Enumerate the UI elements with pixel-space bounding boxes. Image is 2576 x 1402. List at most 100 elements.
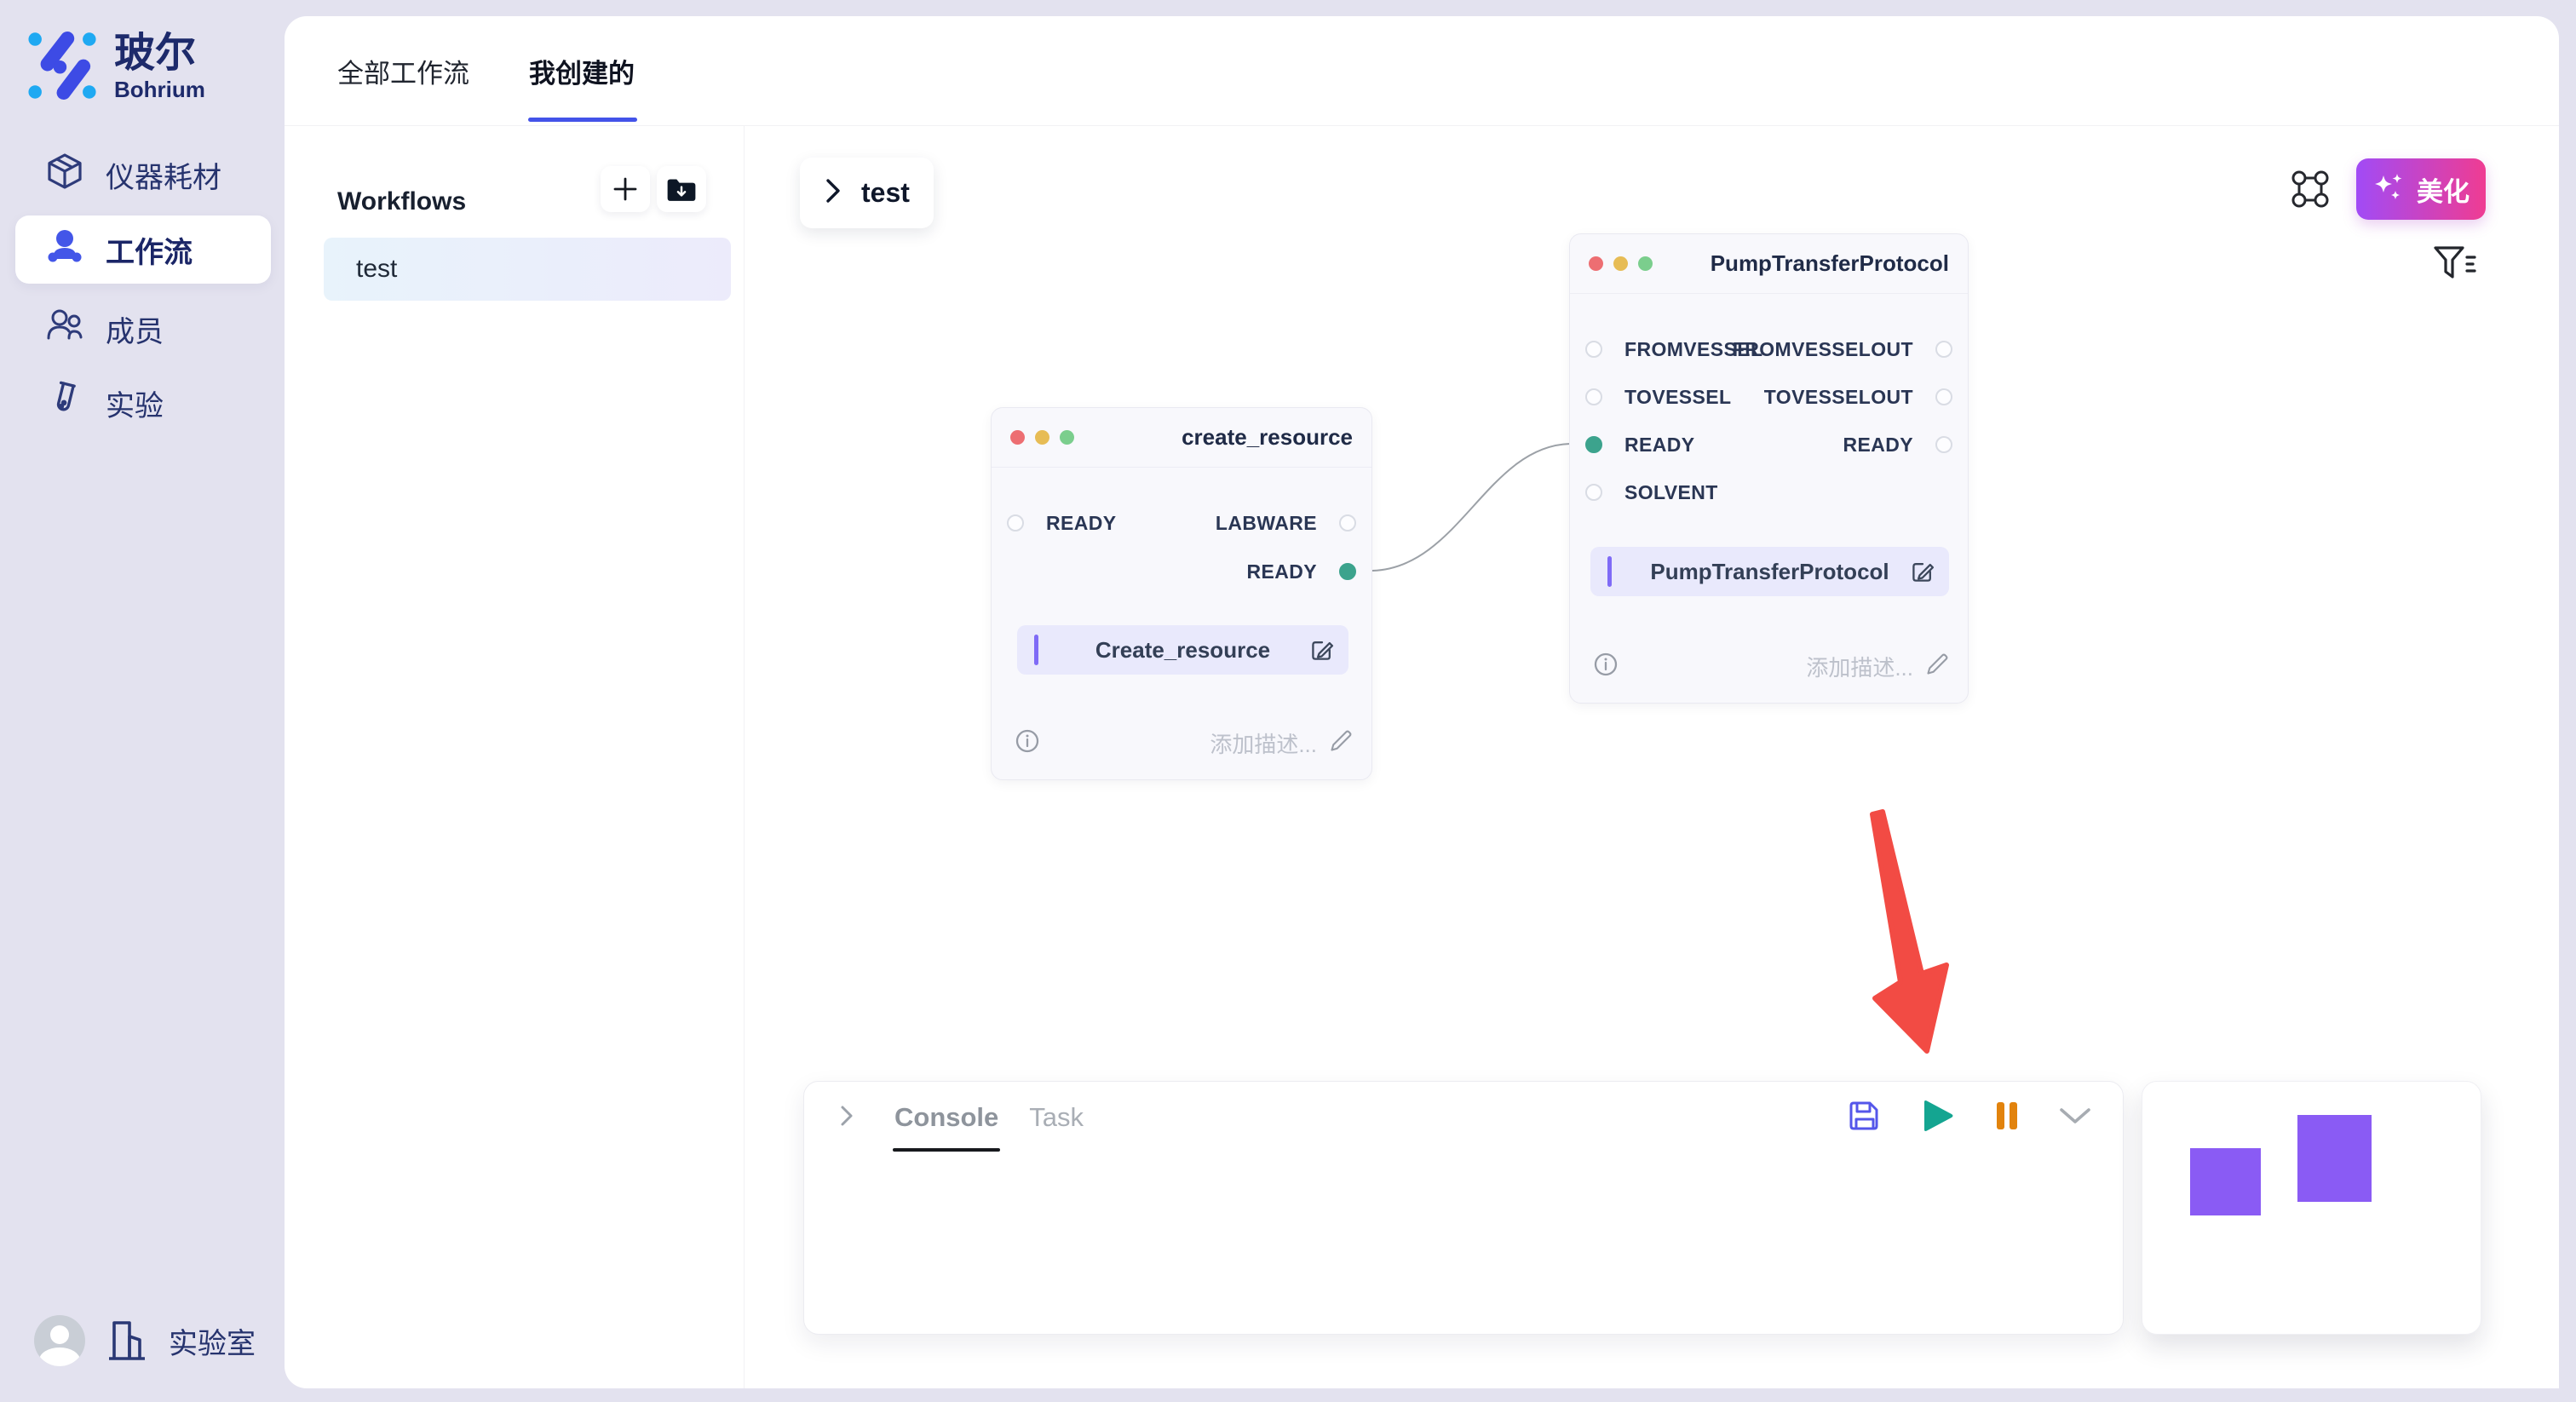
description-placeholder[interactable]: 添加描述... xyxy=(1210,727,1317,759)
sidebar-item-instruments[interactable]: 仪器耗材 xyxy=(15,141,271,208)
node-create-resource[interactable]: create_resource READY LABWARE READY Crea… xyxy=(991,407,1372,780)
port-label: FROMVESSELOUT xyxy=(1733,338,1913,361)
brand-logo[interactable]: 玻尔 Bohrium xyxy=(26,29,205,106)
port-handle[interactable] xyxy=(1585,388,1602,405)
port-output-labware: LABWARE xyxy=(1216,509,1371,537)
description-placeholder[interactable]: 添加描述... xyxy=(1806,651,1913,682)
brand-name-zh: 玻尔 xyxy=(114,32,205,75)
port-output-fromvesselout: FROMVESSELOUT xyxy=(1733,335,1968,364)
bohrium-logo-icon xyxy=(26,29,99,106)
app-root: 玻尔 Bohrium 仪器耗材 xyxy=(0,0,2576,1402)
port-handle[interactable] xyxy=(1585,341,1602,358)
node-footer: 添加描述... xyxy=(1015,727,1353,759)
node-action-label: Create_resource xyxy=(1095,637,1270,664)
brand-text: 玻尔 Bohrium xyxy=(114,32,205,103)
port-label: READY xyxy=(1624,434,1695,457)
sidebar-item-members[interactable]: 成员 xyxy=(15,296,271,362)
run-icon[interactable] xyxy=(1920,1097,1956,1139)
port-label: TOVESSELOUT xyxy=(1764,386,1913,409)
port-label: READY xyxy=(1046,512,1117,535)
beautify-label: 美化 xyxy=(2417,170,2470,209)
node-action-label: PumpTransferProtocol xyxy=(1650,559,1889,585)
traffic-dot-green xyxy=(1060,430,1074,445)
import-workflow-button[interactable] xyxy=(657,166,706,212)
user-avatar[interactable] xyxy=(34,1315,85,1366)
port-handle[interactable] xyxy=(1935,341,1952,358)
node-header: PumpTransferProtocol xyxy=(1570,234,1968,294)
sidebar-item-label: 实验 xyxy=(106,382,164,424)
members-icon xyxy=(46,307,83,352)
port-handle-connected[interactable] xyxy=(1585,436,1602,453)
edit-icon[interactable] xyxy=(1309,637,1335,667)
tab-console[interactable]: Console xyxy=(894,1102,998,1133)
sidebar-item-label: 仪器耗材 xyxy=(106,154,221,196)
command-palette-button[interactable] xyxy=(2290,169,2331,210)
pause-icon[interactable] xyxy=(1995,1100,2019,1135)
traffic-dot-red xyxy=(1010,430,1025,445)
node-footer: 添加描述... xyxy=(1594,651,1949,682)
lab-building-icon xyxy=(107,1316,147,1366)
node-action-pill[interactable]: Create_resource xyxy=(1017,625,1348,675)
tab-my-created[interactable]: 我创建的 xyxy=(529,52,635,90)
port-input-tovessel: TOVESSEL xyxy=(1570,382,1731,411)
sidebar-item-workflows[interactable]: 工作流 xyxy=(15,215,271,284)
info-icon[interactable] xyxy=(1594,652,1618,681)
node-action-pill[interactable]: PumpTransferProtocol xyxy=(1590,547,1949,596)
pill-accent-bar xyxy=(1607,556,1612,587)
chevron-down-icon[interactable] xyxy=(2058,1106,2092,1129)
sparkles-icon xyxy=(2372,170,2406,209)
brand-name-en: Bohrium xyxy=(114,77,205,103)
port-handle[interactable] xyxy=(1339,514,1356,531)
group-expander-label: test xyxy=(861,177,910,209)
beautify-button[interactable]: 美化 xyxy=(2356,158,2486,220)
port-label: TOVESSEL xyxy=(1624,386,1731,409)
port-handle[interactable] xyxy=(1007,514,1024,531)
node-header: create_resource xyxy=(992,408,1371,468)
console-header: Console Task xyxy=(838,1099,2092,1136)
workflows-panel-title: Workflows xyxy=(337,187,466,216)
sidebar-item-experiments[interactable]: 实验 xyxy=(15,370,271,436)
node-title: create_resource xyxy=(1182,424,1353,451)
traffic-dot-yellow xyxy=(1613,256,1628,271)
node-pump-transfer-protocol[interactable]: PumpTransferProtocol FROMVESSEL FROMVESS… xyxy=(1569,233,1969,704)
filter-icon[interactable] xyxy=(2433,245,2477,283)
info-icon[interactable] xyxy=(1015,729,1039,757)
port-input-solvent: SOLVENT xyxy=(1570,478,1718,507)
person-icon xyxy=(46,227,83,273)
sidebar: 玻尔 Bohrium 仪器耗材 xyxy=(0,0,285,1402)
minimap-node-pump xyxy=(2297,1115,2372,1202)
port-handle[interactable] xyxy=(1935,388,1952,405)
port-label: LABWARE xyxy=(1216,512,1317,535)
pencil-icon[interactable] xyxy=(1329,729,1353,757)
port-handle[interactable] xyxy=(1585,484,1602,501)
tab-task[interactable]: Task xyxy=(1029,1102,1084,1133)
port-output-ready: READY xyxy=(1843,430,1968,459)
console-actions xyxy=(1847,1097,2092,1139)
port-label: READY xyxy=(1246,560,1317,583)
tab-all-workflows[interactable]: 全部工作流 xyxy=(337,52,469,90)
save-icon[interactable] xyxy=(1847,1099,1881,1137)
pill-accent-bar xyxy=(1034,635,1038,665)
port-output-tovesselout: TOVESSELOUT xyxy=(1764,382,1968,411)
node-title: PumpTransferProtocol xyxy=(1711,250,1949,277)
port-handle-connected[interactable] xyxy=(1339,563,1356,580)
pencil-icon[interactable] xyxy=(1925,652,1949,681)
minimap[interactable] xyxy=(2142,1081,2481,1335)
port-label: READY xyxy=(1843,434,1913,457)
lab-switcher[interactable]: 实验室 xyxy=(169,1320,256,1362)
port-handle[interactable] xyxy=(1935,436,1952,453)
traffic-dot-green xyxy=(1638,256,1653,271)
add-workflow-button[interactable] xyxy=(601,166,650,212)
chevron-right-icon xyxy=(824,176,842,210)
port-input-ready: READY xyxy=(1570,430,1695,459)
group-expander-test[interactable]: test xyxy=(800,158,934,228)
active-tab-underline xyxy=(528,118,637,122)
edit-icon[interactable] xyxy=(1910,559,1935,589)
workflows-panel: Workflows test xyxy=(285,126,745,1388)
workflow-list-item[interactable]: test xyxy=(324,238,731,301)
collapse-chevron-icon[interactable] xyxy=(838,1103,855,1133)
port-output-ready: READY xyxy=(1246,557,1371,586)
port-label: SOLVENT xyxy=(1624,481,1718,504)
test-tube-icon xyxy=(46,381,83,426)
sidebar-footer: 实验室 xyxy=(34,1315,256,1366)
